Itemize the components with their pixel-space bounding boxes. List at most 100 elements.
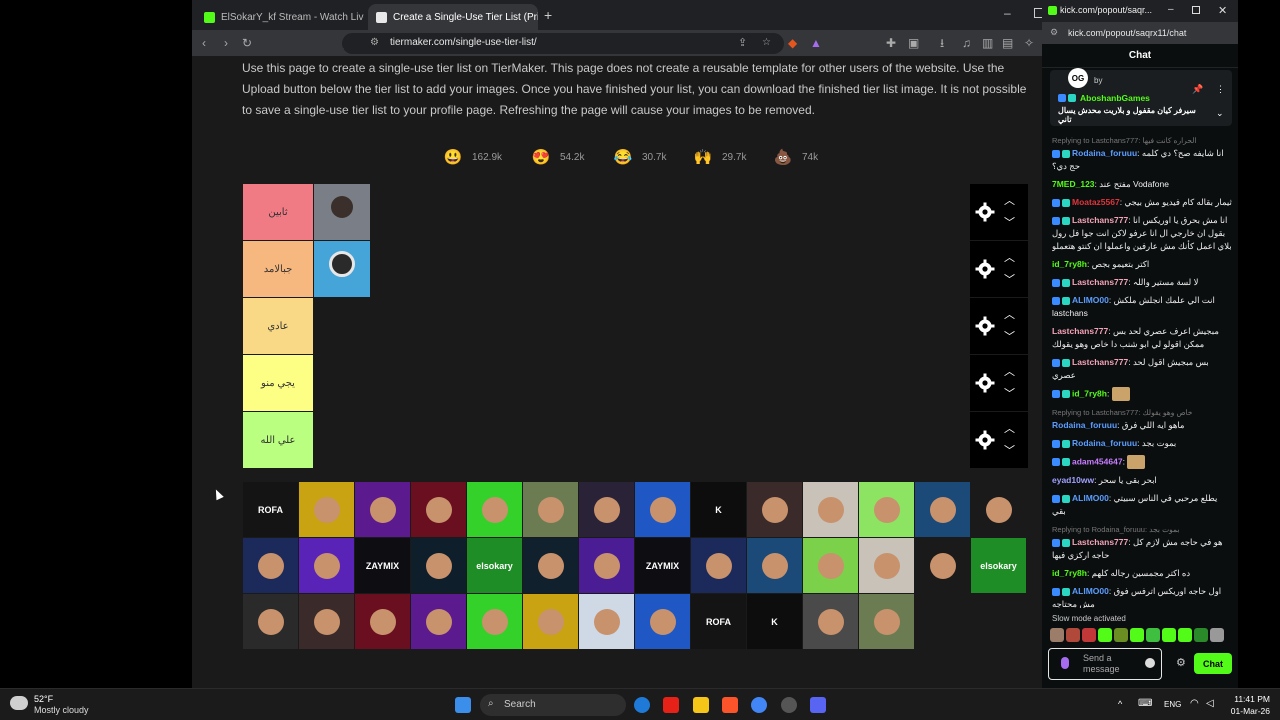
chat-username[interactable]: 7MED_123	[1052, 179, 1095, 189]
wifi-icon[interactable]: ◠	[1190, 698, 1199, 709]
pool-thumbnail[interactable]	[635, 594, 690, 649]
gear-icon[interactable]	[975, 316, 995, 336]
tier-label[interactable]: ثابين	[243, 184, 313, 240]
pool-thumbnail[interactable]	[579, 594, 634, 649]
pool-thumbnail[interactable]	[915, 538, 970, 593]
move-up-icon[interactable]: ︿	[1004, 420, 1015, 436]
emote-icon[interactable]	[1146, 628, 1160, 642]
pool-thumbnail[interactable]: ROFA	[691, 594, 746, 649]
emote-icon[interactable]	[1210, 628, 1224, 642]
maximize-icon[interactable]	[1192, 6, 1200, 14]
move-up-icon[interactable]: ︿	[1004, 363, 1015, 379]
pool-thumbnail[interactable]	[523, 594, 578, 649]
rockstar-icon[interactable]	[693, 697, 709, 713]
tier-item-image[interactable]	[314, 241, 370, 297]
chat-username[interactable]: Lastchans777	[1072, 537, 1128, 547]
new-tab-icon[interactable]: +	[544, 7, 552, 23]
brave-rewards-icon[interactable]: ▲	[810, 36, 822, 50]
sidebar-icon[interactable]: ▥	[982, 36, 993, 50]
chat-send-button[interactable]: Chat	[1194, 653, 1232, 674]
chat-message[interactable]: Replying to Lastchans777: خاص وهو يقولك R…	[1052, 406, 1232, 432]
chat-message-input[interactable]: Send a message	[1048, 648, 1162, 680]
reload-icon[interactable]: ↻	[242, 36, 252, 50]
gear-icon[interactable]	[975, 430, 995, 450]
chevron-down-icon[interactable]: ⌄	[1216, 108, 1224, 119]
chat-message[interactable]: 7MED_123: مفتح عند Vodafone	[1052, 178, 1232, 191]
emoji-picker-icon[interactable]	[1145, 658, 1155, 668]
gear-icon[interactable]	[975, 259, 995, 279]
move-up-icon[interactable]: ︿	[1004, 306, 1015, 322]
back-icon[interactable]: ‹	[202, 36, 206, 50]
pool-thumbnail[interactable]	[523, 482, 578, 537]
download-icon[interactable]: ⭳	[940, 36, 944, 50]
microphone-icon[interactable]	[1061, 657, 1069, 669]
chat-message[interactable]: Lastchans777: انا مش بحرق يا اوريكس انا …	[1052, 214, 1232, 253]
emote-icon[interactable]	[1082, 628, 1096, 642]
chat-settings-icon[interactable]: ⚙	[1176, 656, 1186, 669]
show-hidden-icons-icon[interactable]: ^	[1118, 699, 1122, 709]
chat-username[interactable]: ALIMO00	[1072, 586, 1109, 596]
chat-username[interactable]: Lastchans777	[1072, 277, 1128, 287]
chat-message[interactable]: Lastchans777: مبجيش اعرف عصري لحد بس ممك…	[1052, 325, 1232, 351]
reaction-button[interactable]: 😃 162.9k	[442, 146, 502, 168]
pool-thumbnail[interactable]	[299, 594, 354, 649]
move-down-icon[interactable]: ﹀	[1004, 271, 1015, 287]
emote-icon[interactable]	[1162, 628, 1176, 642]
emote-icon[interactable]	[1066, 628, 1080, 642]
chat-message[interactable]: adam454647:	[1052, 455, 1232, 469]
chat-message[interactable]: Moataz5567: ثيمار بقاله كام فيديو مش بيج…	[1052, 196, 1232, 209]
leo-icon[interactable]: ✧	[1024, 36, 1034, 50]
chat-username[interactable]: id_7ry8h	[1072, 388, 1107, 398]
clock-date[interactable]: 01-Mar-26	[1226, 706, 1270, 716]
brave-shield-icon[interactable]: ◆	[788, 36, 797, 50]
pool-thumbnail[interactable]	[803, 538, 858, 593]
move-down-icon[interactable]: ﹀	[1004, 442, 1015, 458]
keyboard-icon[interactable]: ⌨	[1138, 698, 1152, 709]
media-icon[interactable]: ♫	[962, 36, 971, 50]
chat-username[interactable]: Moataz5567	[1072, 197, 1120, 207]
pool-thumbnail[interactable]	[467, 482, 522, 537]
site-info-icon[interactable]: ⚙	[370, 37, 379, 48]
pool-thumbnail[interactable]	[747, 538, 802, 593]
move-down-icon[interactable]: ﹀	[1004, 214, 1015, 230]
start-menu-icon[interactable]	[455, 697, 471, 713]
chat-username[interactable]: id_7ry8h	[1052, 568, 1087, 578]
tier-label[interactable]: يجي منو	[243, 355, 313, 411]
pool-thumbnail[interactable]: ROFA	[243, 482, 298, 537]
more-options-icon[interactable]: ⋮	[1216, 84, 1225, 95]
star-icon[interactable]: ☆	[762, 37, 771, 48]
chat-username[interactable]: id_7ry8h	[1052, 259, 1087, 269]
chat-username[interactable]: Rodaina_foruuu	[1072, 438, 1137, 448]
pool-thumbnail[interactable]	[635, 482, 690, 537]
chat-message[interactable]: ALIMO00: انت الي علمك انجلش ملكش lastcha…	[1052, 294, 1232, 320]
tab-kick-stream[interactable]: ElSokarY_kf Stream - Watch Live on K	[196, 4, 364, 30]
discord-icon[interactable]	[810, 697, 826, 713]
pinned-message[interactable]: OG by 📌 ⋮ AboshanbGames سيرفر كيان مقفول…	[1050, 68, 1232, 126]
emote-icon[interactable]	[1178, 628, 1192, 642]
pool-thumbnail[interactable]	[803, 482, 858, 537]
pool-thumbnail[interactable]	[579, 538, 634, 593]
chat-username[interactable]: Lastchans777	[1052, 326, 1108, 336]
taskbar-search[interactable]: ⌕ Search	[480, 694, 626, 716]
pool-thumbnail[interactable]	[411, 482, 466, 537]
pool-thumbnail[interactable]	[355, 482, 410, 537]
pool-thumbnail[interactable]: ZAYMIX	[635, 538, 690, 593]
reaction-button[interactable]: 😂 30.7k	[612, 146, 667, 168]
gear-icon[interactable]	[975, 373, 995, 393]
chat-username[interactable]: eyad10ww	[1052, 475, 1094, 485]
chat-message[interactable]: Lastchans777: بس مبجيش اقول لحد عصري	[1052, 356, 1232, 382]
pool-thumbnail[interactable]: K	[747, 594, 802, 649]
minimize-icon[interactable]: –	[1168, 4, 1174, 15]
pool-thumbnail[interactable]	[467, 594, 522, 649]
chat-username[interactable]: ALIMO00	[1072, 493, 1109, 503]
tier-label[interactable]: جبالامد	[243, 241, 313, 297]
tier-item-image[interactable]	[314, 184, 370, 240]
pool-thumbnail[interactable]	[803, 594, 858, 649]
chat-message[interactable]: Replying to Lastchans777: الحراره كانت ف…	[1052, 134, 1232, 173]
move-down-icon[interactable]: ﹀	[1004, 385, 1015, 401]
chat-message[interactable]: ALIMO00: اول حاجه اوريكس اترفس فوق مش مح…	[1052, 585, 1232, 608]
chat-username[interactable]: Lastchans777	[1072, 215, 1128, 225]
tab-tiermaker[interactable]: Create a Single-Use Tier List (Pri ✕	[368, 4, 538, 30]
chat-message[interactable]: Replying to Rodaina_foruuu: بموت بجد Last…	[1052, 523, 1232, 562]
chat-username[interactable]: Rodaina_foruuu	[1052, 420, 1117, 430]
